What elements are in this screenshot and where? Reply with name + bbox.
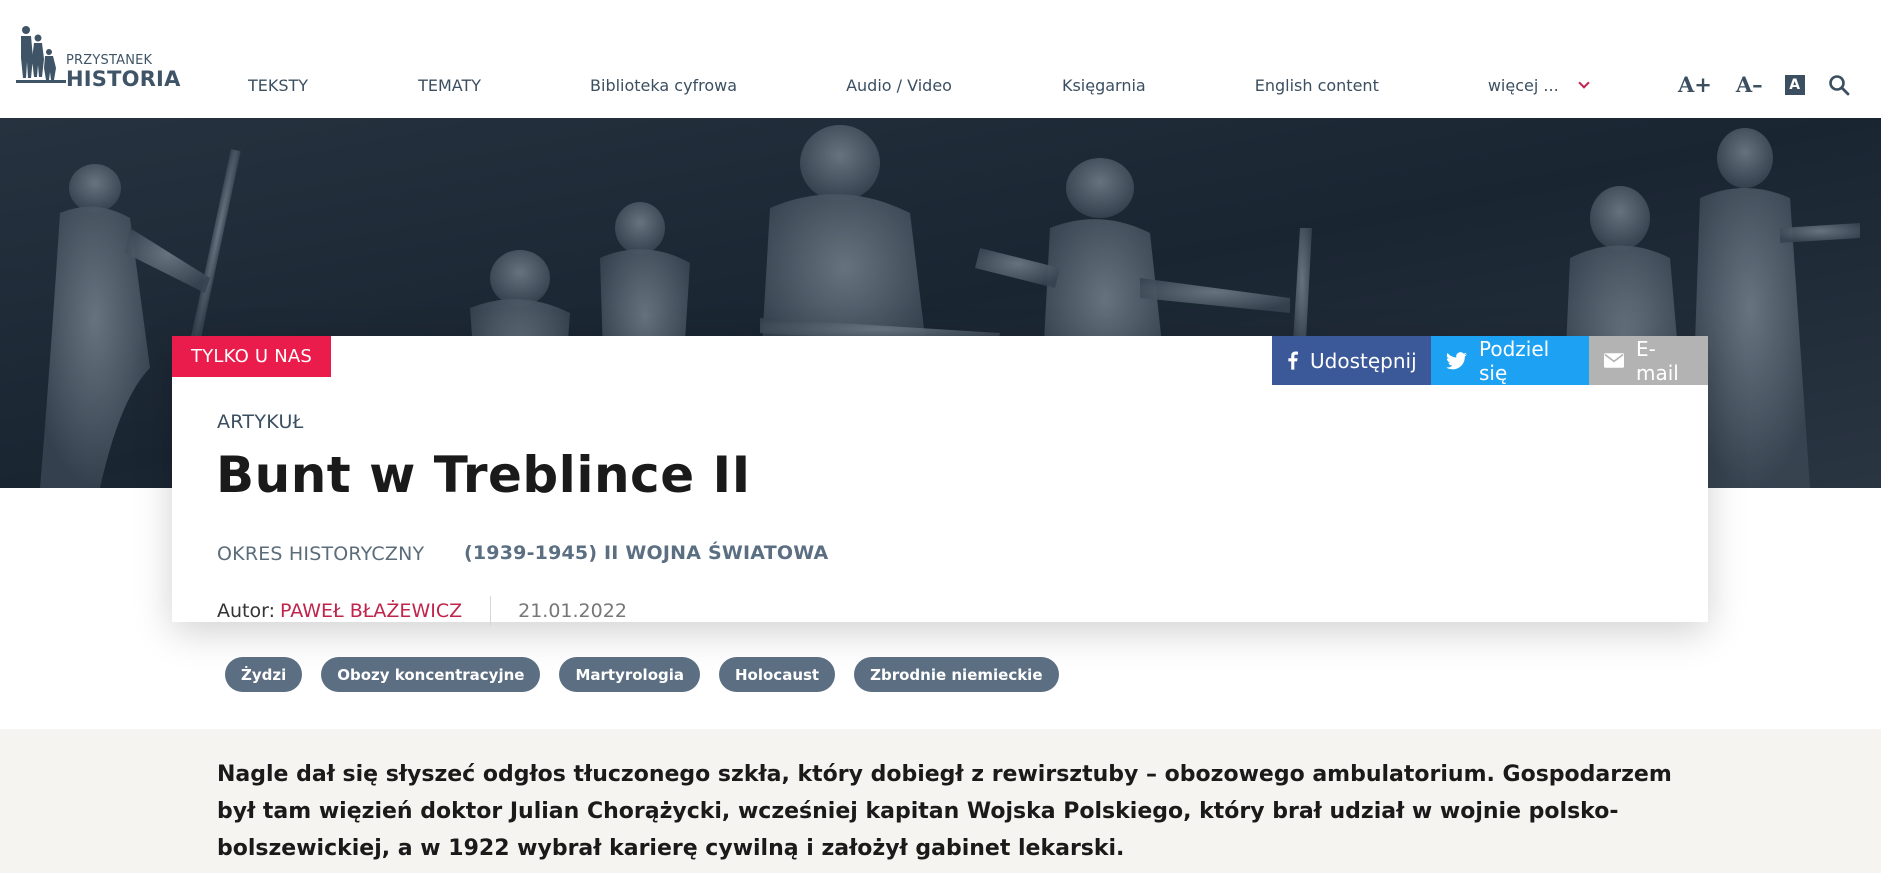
article-type: ARTYKUŁ <box>217 411 304 433</box>
meta-divider <box>490 596 492 626</box>
share-facebook-label: Udostępnij <box>1310 348 1417 373</box>
author-label: Autor: <box>217 600 275 622</box>
nav-item-biblioteka-cyfrowa[interactable]: Biblioteka cyfrowa <box>590 76 737 95</box>
tag-obozy-koncentracyjne[interactable]: Obozy koncentracyjne <box>321 657 541 692</box>
nav-item-ksiegarnia[interactable]: Księgarnia <box>1062 76 1146 95</box>
share-twitter-label: Podziel się <box>1479 336 1550 385</box>
share-email-button[interactable]: E-mail <box>1589 336 1708 385</box>
share-bar: Udostępnij Podziel się E-mail <box>1272 336 1708 385</box>
site-logo[interactable]: PRZYSTANEK HISTORIA <box>16 24 180 90</box>
tag-list: Żydzi Obozy koncentracyjne Martyrologia … <box>225 657 1078 692</box>
nav-item-teksty[interactable]: TEKSTY <box>248 76 308 95</box>
nav-item-tematy[interactable]: TEMATY <box>418 76 481 95</box>
nav-item-english-content[interactable]: English content <box>1255 76 1379 95</box>
accessibility-tools: A+ A– A <box>1678 72 1850 97</box>
chevron-down-icon <box>1577 76 1590 89</box>
nav-item-more[interactable]: więcej ... <box>1487 75 1590 95</box>
article-lead: Nagle dał się słyszeć odgłos tłuczonego … <box>217 762 1672 861</box>
contrast-toggle-button[interactable]: A <box>1784 74 1805 95</box>
tag-martyrologia[interactable]: Martyrologia <box>559 657 700 692</box>
nav-more-label: więcej ... <box>1487 75 1559 95</box>
search-icon[interactable] <box>1828 74 1850 96</box>
tag-zydzi[interactable]: Żydzi <box>225 657 303 692</box>
share-email-label: E-mail <box>1636 336 1679 385</box>
nav-item-audio-video[interactable]: Audio / Video <box>846 76 952 95</box>
twitter-icon <box>1446 351 1467 369</box>
logo-line-1: PRZYSTANEK <box>66 53 153 68</box>
share-facebook-button[interactable]: Udostępnij <box>1272 336 1431 385</box>
author-meta: Autor: PAWEŁ BŁAŻEWICZ 21.01.2022 <box>217 596 627 626</box>
article-title: Bunt w Treblince II <box>216 446 751 504</box>
share-twitter-button[interactable]: Podziel się <box>1431 336 1589 385</box>
main-navigation: TEKSTY TEMATY Biblioteka cyfrowa Audio /… <box>248 74 1590 96</box>
author-link[interactable]: PAWEŁ BŁAŻEWICZ <box>280 600 462 622</box>
logo-wordmark: PRZYSTANEK HISTORIA <box>66 54 181 90</box>
tag-zbrodnie-niemieckie[interactable]: Zbrodnie niemieckie <box>854 657 1059 692</box>
tag-holocaust[interactable]: Holocaust <box>719 657 836 692</box>
facebook-icon <box>1288 351 1298 370</box>
monument-figures-logo-icon <box>16 26 66 83</box>
publish-date: 21.01.2022 <box>518 600 627 622</box>
logo-line-2: HISTORIA <box>66 67 181 91</box>
site-header: PRZYSTANEK HISTORIA TEKSTY TEMATY Biblio… <box>0 0 1881 118</box>
font-increase-button[interactable]: A+ <box>1678 72 1712 97</box>
exclusive-badge: TYLKO U NAS <box>172 336 332 377</box>
font-decrease-button[interactable]: A– <box>1736 72 1763 97</box>
period-label: OKRES HISTORYCZNY <box>217 543 425 565</box>
period-link[interactable]: (1939-1945) II WOJNA ŚWIATOWA <box>464 542 828 564</box>
envelope-icon <box>1604 353 1624 368</box>
